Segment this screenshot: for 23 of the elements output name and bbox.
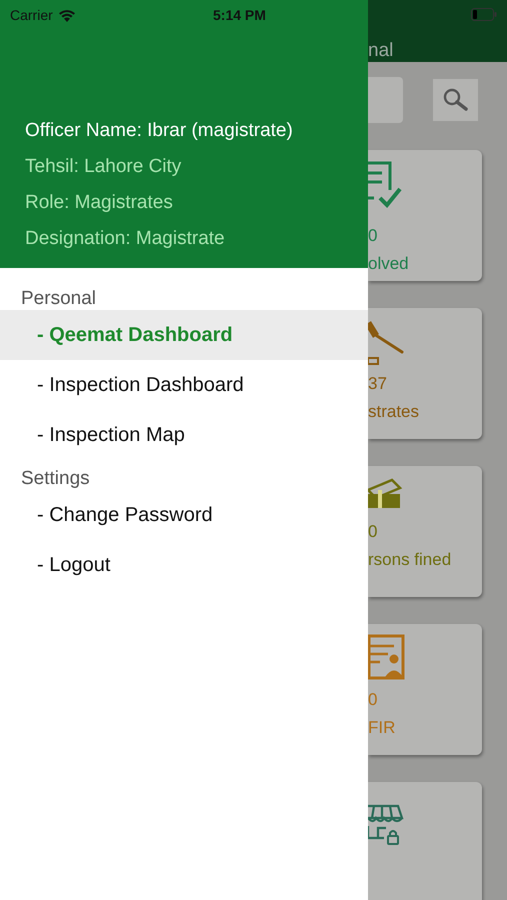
search-field[interactable]	[368, 77, 403, 123]
screen-title: nal	[368, 39, 394, 62]
menu-item[interactable]: - Qeemat Dashboard	[0, 310, 368, 360]
stat-value: 0	[368, 690, 378, 710]
stat-label: olved	[368, 254, 410, 274]
wifi-icon	[58, 8, 76, 22]
stat-value: 37	[368, 374, 388, 394]
clock-time: 5:14 PM	[213, 6, 266, 24]
stat-label: rsons fined	[368, 550, 452, 570]
search-button[interactable]	[433, 79, 478, 121]
battery-icon	[471, 8, 497, 20]
stat-label: strates	[368, 402, 420, 422]
officer-detail: Designation: Magistrate	[25, 228, 226, 250]
search-icon	[442, 88, 468, 112]
officer-detail: Role: Magistrates	[25, 192, 174, 214]
officer-name: Officer Name: Ibrar (magistrate)	[25, 120, 294, 142]
officer-detail: Tehsil: Lahore City	[25, 156, 182, 178]
stat-label: FIR	[368, 718, 396, 738]
stat-value: 0	[368, 522, 378, 542]
section-heading: Settings	[20, 467, 91, 490]
stat-value: 0	[368, 226, 378, 246]
section-heading: Personal	[20, 287, 97, 310]
carrier-label: Carrier	[10, 6, 53, 24]
